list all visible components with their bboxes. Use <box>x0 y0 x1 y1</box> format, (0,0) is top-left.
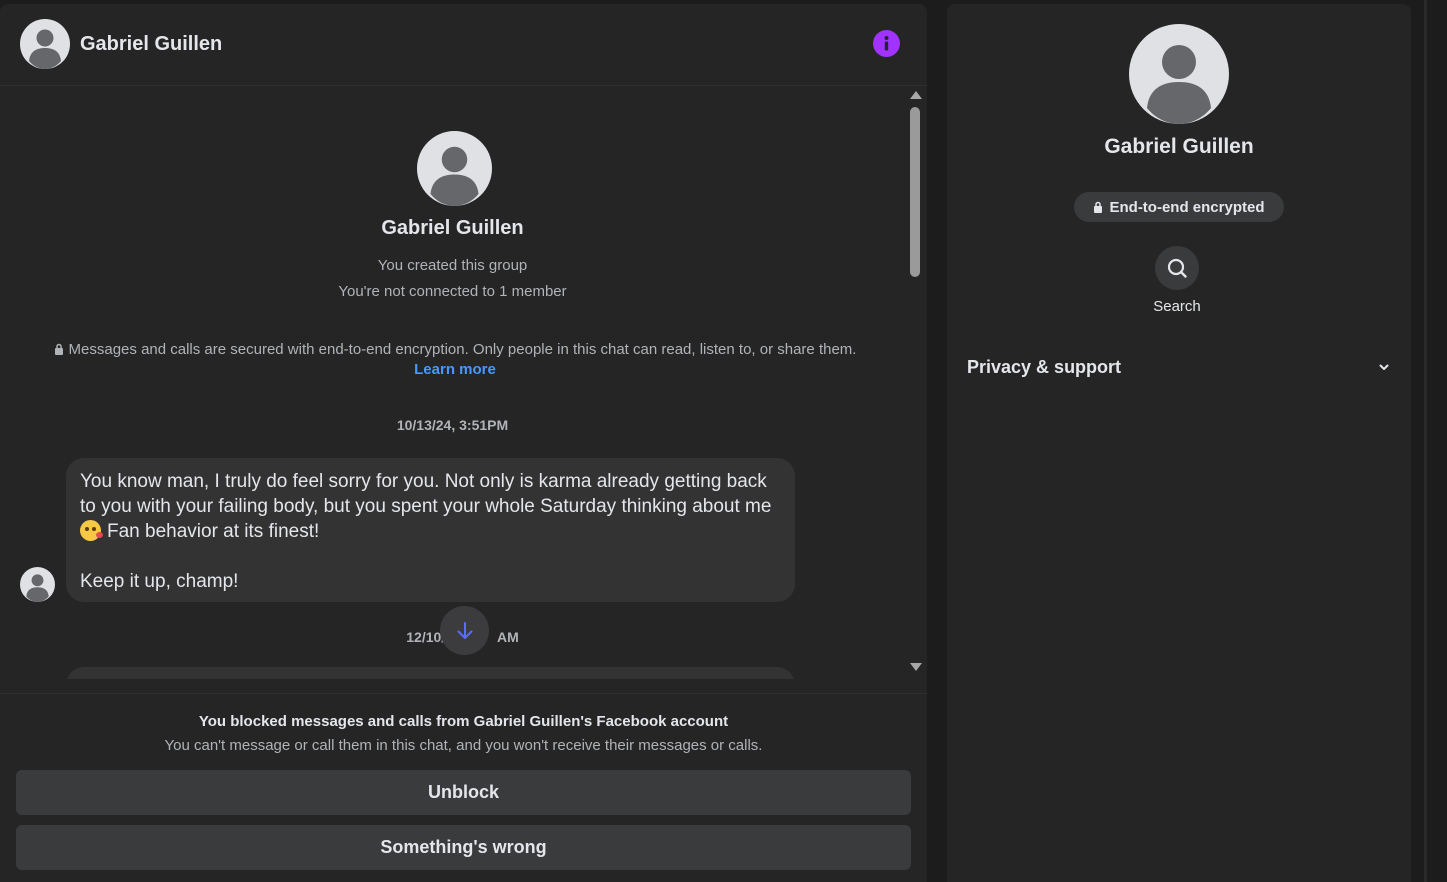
chat-panel: Gabriel Guillen Gabriel Guillen You crea… <box>0 4 927 882</box>
scroll-up-arrow-icon[interactable] <box>910 91 922 99</box>
search-icon <box>1167 258 1187 278</box>
intro-name: Gabriel Guillen <box>381 217 524 239</box>
message-text: You know man, I truly do feel sorry for … <box>80 471 772 517</box>
privacy-support-section[interactable]: Privacy & support <box>957 349 1401 385</box>
learn-more-link[interactable]: Learn more <box>414 361 496 378</box>
avatar[interactable] <box>1129 24 1229 124</box>
blocked-notice: You blocked messages and calls from Gabr… <box>0 693 927 882</box>
chevron-down-icon <box>1379 364 1389 370</box>
message-text: Fan behavior at its finest! <box>107 521 320 542</box>
window-edge <box>1424 0 1447 882</box>
arrow-down-icon <box>457 621 472 639</box>
message-timestamp: 10/13/24, 3:51PM <box>396 417 509 433</box>
conversation-info-panel: Gabriel Guillen End-to-end encrypted Sea… <box>947 4 1411 882</box>
message-list: Gabriel Guillen You created this group Y… <box>0 87 905 679</box>
unblock-button[interactable]: Unblock <box>16 770 911 815</box>
blocked-subtitle: You can't message or call them in this c… <box>164 737 763 754</box>
chat-header: Gabriel Guillen <box>0 4 927 86</box>
encryption-badge[interactable]: End-to-end encrypted <box>1074 192 1284 222</box>
messenger-window: Gabriel Guillen Gabriel Guillen You crea… <box>0 0 1447 882</box>
search-button[interactable] <box>1155 246 1199 290</box>
avatar[interactable] <box>20 19 70 69</box>
message-bubble[interactable]: You know man, I truly do feel sorry for … <box>66 458 795 602</box>
somethings-wrong-button[interactable]: Something's wrong <box>16 825 911 870</box>
scroll-down-arrow-icon[interactable] <box>910 663 922 671</box>
blocked-title: You blocked messages and calls from Gabr… <box>198 713 729 730</box>
side-contact-name: Gabriel Guillen <box>1104 135 1254 158</box>
message-bubble[interactable] <box>66 667 795 679</box>
privacy-support-label: Privacy & support <box>967 356 1122 377</box>
scroll-to-bottom-button[interactable] <box>440 606 489 655</box>
search-label[interactable]: Search <box>1127 298 1227 315</box>
info-icon <box>884 36 889 51</box>
encryption-note: Messages and calls are secured with end-… <box>40 340 870 380</box>
timestamp-right: AM <box>496 629 519 645</box>
info-button[interactable] <box>873 30 900 57</box>
encryption-badge-label: End-to-end encrypted <box>1109 198 1265 216</box>
contact-name[interactable]: Gabriel Guillen <box>80 33 222 56</box>
kissing-face-emoji-icon <box>80 520 103 541</box>
scrollbar[interactable] <box>906 87 924 679</box>
scrollbar-thumb[interactable] <box>910 107 920 277</box>
avatar <box>417 131 492 206</box>
intro-created-text: You created this group <box>377 257 528 274</box>
message-text-line: Fan behavior at its finest! <box>80 519 781 544</box>
encryption-note-text: Messages and calls are secured with end-… <box>68 341 857 358</box>
avatar[interactable] <box>20 567 55 602</box>
message-text: Keep it up, champ! <box>80 571 239 592</box>
intro-connection-text: You're not connected to 1 member <box>338 283 567 300</box>
lock-icon <box>54 343 63 355</box>
lock-icon <box>1094 201 1103 213</box>
